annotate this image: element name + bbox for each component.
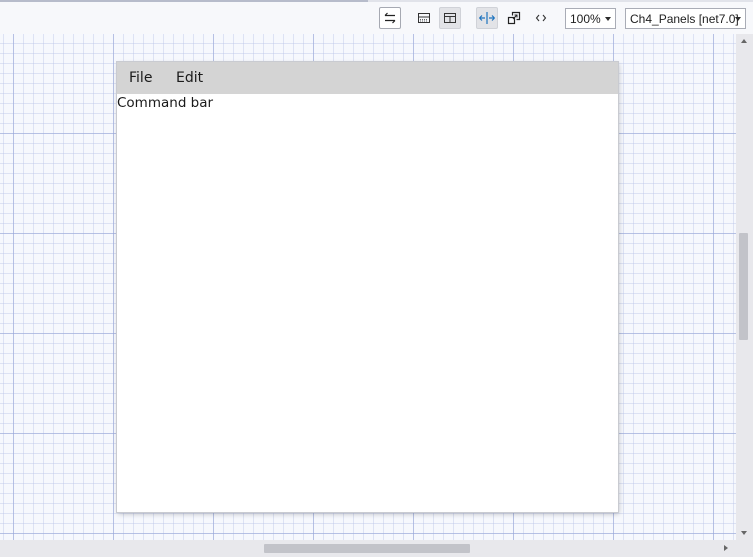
horizontal-scrollbar[interactable] [0,540,736,557]
code-view-icon[interactable] [530,7,552,29]
vertical-scrollbar[interactable] [736,34,753,540]
app-window-preview[interactable]: File Edit Command bar [117,62,618,512]
scale-icon[interactable] [503,7,525,29]
toolbar-divider [0,0,753,2]
zoom-value: 100% [570,11,601,26]
vertical-split-icon[interactable] [439,7,461,29]
horizontal-scroll-thumb[interactable] [264,544,470,553]
horizontal-split-icon[interactable] [413,7,435,29]
vertical-scroll-thumb[interactable] [739,233,748,340]
command-bar-label[interactable]: Command bar [117,95,213,111]
scrollbar-corner [736,540,753,557]
designer-toolbar: 100% Ch4_Panels [net7.0] [0,0,753,34]
menu-item-file[interactable]: File [129,62,152,94]
menu-bar: File Edit [117,62,618,94]
swap-panes-icon[interactable] [379,7,401,29]
menu-item-edit[interactable]: Edit [176,62,203,94]
scroll-right-icon[interactable] [724,545,728,551]
target-framework-value: Ch4_Panels [net7.0] [630,11,739,26]
design-surface[interactable]: File Edit Command bar [0,34,736,540]
fit-width-icon[interactable] [476,7,498,29]
scroll-down-icon[interactable] [741,531,747,535]
target-framework-dropdown[interactable]: Ch4_Panels [net7.0] [625,8,746,29]
chevron-down-icon [605,17,611,21]
zoom-dropdown[interactable]: 100% [565,8,616,29]
chevron-down-icon [735,17,741,21]
xaml-designer: 100% Ch4_Panels [net7.0] File Edit Comma… [0,0,753,557]
scroll-up-icon[interactable] [741,39,747,43]
